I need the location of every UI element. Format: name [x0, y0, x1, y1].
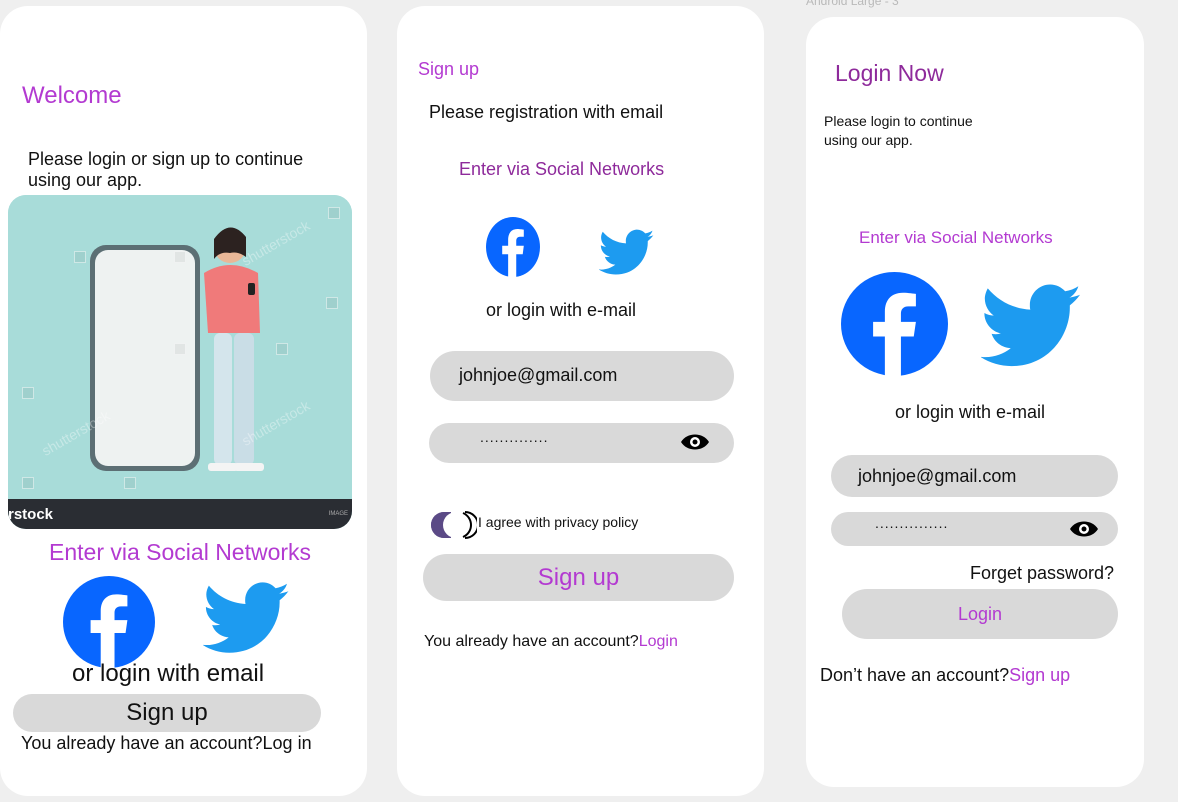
page-title: Welcome: [22, 82, 122, 109]
hero-photo: shutterstock shutterstock shutterstock r…: [8, 195, 352, 529]
facebook-icon[interactable]: [63, 576, 155, 668]
page-subtitle-line: Please login to continue: [824, 113, 973, 129]
privacy-toggle[interactable]: [429, 510, 477, 540]
privacy-label: I agree with privacy policy: [478, 514, 639, 530]
password-field-value: ..............: [480, 429, 549, 445]
email-field[interactable]: johnjoe@gmail.com: [831, 455, 1118, 497]
password-field-value: ...............: [875, 515, 949, 531]
footer-text: Don’t have an account?Sign up: [820, 665, 1070, 686]
login-button[interactable]: Login: [842, 589, 1118, 639]
signup-button-label: Sign up: [537, 564, 620, 591]
eye-icon[interactable]: [680, 431, 710, 453]
page-title: Sign up: [418, 59, 480, 79]
login-button-label: Login: [957, 604, 1003, 624]
signup-button-label: Sign up: [126, 699, 208, 726]
photo-brand: rstock: [8, 506, 54, 523]
twitter-icon[interactable]: [599, 229, 655, 277]
signup-button[interactable]: Sign up: [423, 554, 734, 601]
footer-text: You already have an account?Login: [424, 633, 678, 651]
signup-button[interactable]: Sign up: [13, 694, 321, 732]
page-subtitle: Please login to continue using our app.: [824, 112, 973, 150]
email-option-label[interactable]: or login with e-mail: [486, 300, 636, 321]
login-link[interactable]: Log in: [263, 733, 312, 753]
email-field[interactable]: johnjoe@gmail.com: [430, 351, 734, 401]
facebook-icon[interactable]: [841, 272, 948, 376]
login-link[interactable]: Login: [639, 633, 678, 650]
eye-icon[interactable]: [1069, 518, 1099, 540]
footer-prompt: You already have an account?: [21, 733, 263, 753]
signup-link[interactable]: Sign up: [1009, 665, 1070, 685]
twitter-icon[interactable]: [981, 279, 1083, 375]
page-subtitle-line: using our app.: [824, 132, 913, 148]
password-field[interactable]: ..............: [429, 423, 734, 463]
email-option-label[interactable]: or login with e-mail: [895, 402, 1045, 423]
social-heading: Enter via Social Networks: [49, 539, 312, 565]
footer-text: You already have an account?Log in: [21, 733, 312, 754]
twitter-icon[interactable]: [203, 578, 291, 660]
welcome-screen: Welcome Please login or sign up to conti…: [0, 6, 367, 796]
footer-prompt: You already have an account?: [424, 633, 639, 650]
photo-footer-bar: [8, 499, 352, 529]
social-heading: Enter via Social Networks: [859, 228, 1053, 247]
email-field-value: johnjoe@gmail.com: [459, 365, 618, 385]
email-field-value: johnjoe@gmail.com: [858, 466, 1017, 486]
page-subtitle: Please login or sign up to continue usin…: [28, 149, 304, 190]
page-subtitle: Please registration with email: [429, 102, 664, 122]
forgot-password-link[interactable]: Forget password?: [970, 563, 1114, 584]
page-title: Login Now: [835, 60, 944, 86]
signup-screen: Sign up Please registration with email E…: [397, 6, 764, 796]
password-field[interactable]: ...............: [831, 512, 1118, 546]
facebook-icon[interactable]: [486, 217, 540, 277]
email-option-label[interactable]: or login with email: [72, 660, 264, 688]
footer-prompt: Don’t have an account?: [820, 665, 1010, 685]
social-heading: Enter via Social Networks: [459, 159, 665, 179]
login-screen: Login Now Please login to continue using…: [806, 17, 1144, 787]
frame-label: Android Large - 3: [806, 0, 899, 8]
photo-tag: IMAGE: [328, 511, 348, 517]
